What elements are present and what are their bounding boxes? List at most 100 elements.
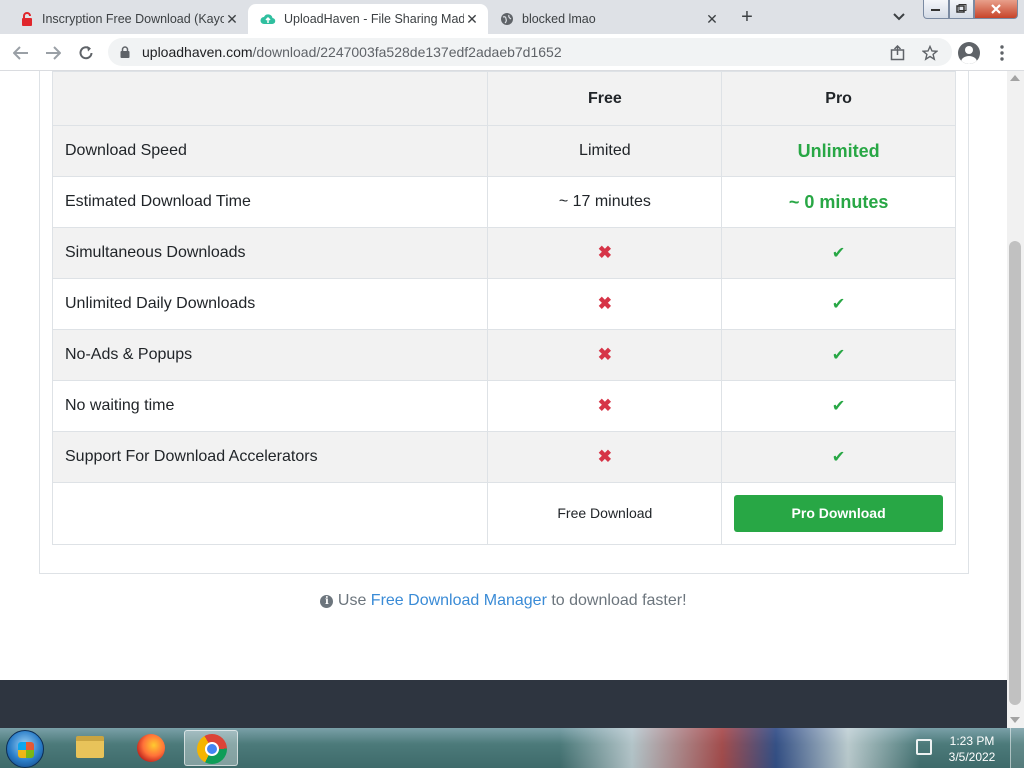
- tab-blocked[interactable]: blocked lmao ✕: [488, 4, 728, 34]
- tab-uploadhaven[interactable]: UploadHaven - File Sharing Mad ✕: [248, 4, 488, 34]
- pro-download-button[interactable]: Pro Download: [734, 495, 943, 532]
- pro-column-header: Pro: [721, 71, 956, 126]
- free-value: Limited: [487, 125, 723, 177]
- header-empty-cell: [51, 71, 489, 126]
- table-row: Estimated Download Time ~ 17 minutes ~ 0…: [51, 176, 956, 228]
- close-tab-icon[interactable]: ✕: [224, 11, 240, 28]
- windows-taskbar: 1:23 PM 3/5/2022: [0, 728, 1024, 768]
- tab-inscryption[interactable]: Inscryption Free Download (Kayo ✕: [8, 4, 248, 34]
- new-tab-button[interactable]: +: [735, 5, 759, 29]
- vertical-scrollbar[interactable]: [1007, 71, 1024, 728]
- free-value-cell: ✖: [487, 329, 723, 381]
- tab-title: UploadHaven - File Sharing Mad: [284, 12, 464, 26]
- feature-label: Simultaneous Downloads: [51, 227, 489, 279]
- profile-avatar-icon[interactable]: [958, 42, 980, 64]
- plan-comparison-table: Free Pro Download Speed Limited Unlimite…: [51, 71, 956, 545]
- check-icon: ✔: [831, 347, 846, 364]
- table-header-row: Free Pro: [51, 71, 956, 126]
- page-viewport: Free Pro Download Speed Limited Unlimite…: [0, 71, 1007, 728]
- scroll-up-arrow-icon[interactable]: [1010, 75, 1020, 81]
- browser-toolbar: uploadhaven.com/download/2247003fa528de1…: [0, 34, 1024, 71]
- lock-icon[interactable]: [120, 46, 130, 58]
- taskbar-explorer-button[interactable]: [62, 730, 116, 766]
- tip-suffix: to download faster!: [551, 592, 687, 609]
- download-actions-row: Free Download Pro Download: [51, 482, 956, 545]
- close-tab-icon[interactable]: ✕: [464, 11, 480, 28]
- pro-value-cell: ✔: [721, 380, 956, 432]
- pro-value: Unlimited: [797, 140, 880, 161]
- chrome-icon: [197, 734, 227, 764]
- folder-icon: [76, 736, 104, 758]
- pro-download-cell: Pro Download: [721, 482, 956, 545]
- free-download-link[interactable]: Free Download: [557, 505, 652, 521]
- table-row: Unlimited Daily Downloads ✖ ✔: [51, 278, 956, 330]
- free-value-cell: ✖: [487, 227, 723, 279]
- url-host: uploadhaven.com: [142, 44, 253, 60]
- feature-label: Unlimited Daily Downloads: [51, 278, 489, 330]
- close-window-button[interactable]: [974, 0, 1018, 19]
- download-tip: i Use Free Download Manager to download …: [0, 592, 1007, 610]
- cross-icon: ✖: [597, 243, 612, 262]
- tab-strip: Inscryption Free Download (Kayo ✕ Upload…: [0, 0, 1024, 34]
- taskbar-chrome-button[interactable]: [184, 730, 238, 766]
- actions-empty-cell: [51, 482, 489, 545]
- close-tab-icon[interactable]: ✕: [704, 11, 720, 28]
- url-text[interactable]: uploadhaven.com/download/2247003fa528de1…: [142, 44, 562, 60]
- restore-window-button[interactable]: [949, 0, 974, 19]
- minimize-window-button[interactable]: [923, 0, 949, 19]
- tab-title: blocked lmao: [522, 12, 596, 26]
- pro-value-cell: ✔: [721, 431, 956, 483]
- cross-icon: ✖: [597, 396, 612, 415]
- table-row: Download Speed Limited Unlimited: [51, 125, 956, 177]
- free-download-cell: Free Download: [487, 482, 723, 545]
- wallpaper-peek: [560, 728, 920, 768]
- tip-prefix: Use: [337, 592, 367, 609]
- tab-title: Inscryption Free Download (Kayo: [42, 12, 224, 26]
- start-button-icon[interactable]: [6, 730, 44, 768]
- info-circle-icon: i: [320, 595, 334, 608]
- check-icon: ✔: [831, 296, 846, 313]
- cloud-upload-favicon-icon: [260, 14, 276, 25]
- cross-icon: ✖: [597, 345, 612, 364]
- clock-time: 1:23 PM: [949, 734, 995, 748]
- free-value-cell: ✖: [487, 431, 723, 483]
- feature-label: No-Ads & Popups: [51, 329, 489, 381]
- pro-value-cell: Unlimited: [721, 125, 956, 177]
- forward-arrow-icon[interactable]: [40, 40, 66, 66]
- network-tray-icon[interactable]: [916, 739, 932, 755]
- feature-label: Support For Download Accelerators: [51, 431, 489, 483]
- clock-date: 3/5/2022: [948, 750, 996, 764]
- table-row: Support For Download Accelerators ✖ ✔: [51, 431, 956, 483]
- check-icon: ✔: [831, 449, 846, 466]
- scroll-thumb[interactable]: [1009, 241, 1021, 705]
- feature-label: Estimated Download Time: [51, 176, 489, 228]
- free-download-manager-link[interactable]: Free Download Manager: [371, 592, 547, 609]
- system-clock[interactable]: 1:23 PM 3/5/2022: [940, 733, 1004, 765]
- free-column-header: Free: [487, 71, 723, 126]
- share-icon[interactable]: [888, 43, 908, 63]
- taskbar-firefox-button[interactable]: [124, 730, 178, 766]
- chevron-down-icon[interactable]: [888, 7, 910, 27]
- pro-value-cell: ~ 0 minutes: [721, 176, 956, 228]
- table-row: Simultaneous Downloads ✖ ✔: [51, 227, 956, 279]
- scroll-down-arrow-icon[interactable]: [1010, 717, 1020, 723]
- pro-value-cell: ✔: [721, 329, 956, 381]
- free-value: ~ 17 minutes: [487, 176, 723, 228]
- pro-value-cell: ✔: [721, 227, 956, 279]
- feature-label: No waiting time: [51, 380, 489, 432]
- pro-value-cell: ✔: [721, 278, 956, 330]
- check-icon: ✔: [831, 398, 846, 415]
- free-value-cell: ✖: [487, 278, 723, 330]
- show-desktop-button[interactable]: [1010, 728, 1024, 768]
- check-icon: ✔: [831, 245, 846, 262]
- bookmark-star-icon[interactable]: [920, 43, 940, 63]
- reload-icon[interactable]: [73, 40, 99, 66]
- feature-label: Download Speed: [51, 125, 489, 177]
- address-bar[interactable]: uploadhaven.com/download/2247003fa528de1…: [108, 38, 952, 66]
- table-row: No waiting time ✖ ✔: [51, 380, 956, 432]
- back-arrow-icon[interactable]: [8, 40, 34, 66]
- more-menu-icon[interactable]: [994, 42, 1010, 64]
- url-path: /download/2247003fa528de137edf2adaeb7d16…: [252, 44, 562, 60]
- table-row: No-Ads & Popups ✖ ✔: [51, 329, 956, 381]
- cross-icon: ✖: [597, 294, 612, 313]
